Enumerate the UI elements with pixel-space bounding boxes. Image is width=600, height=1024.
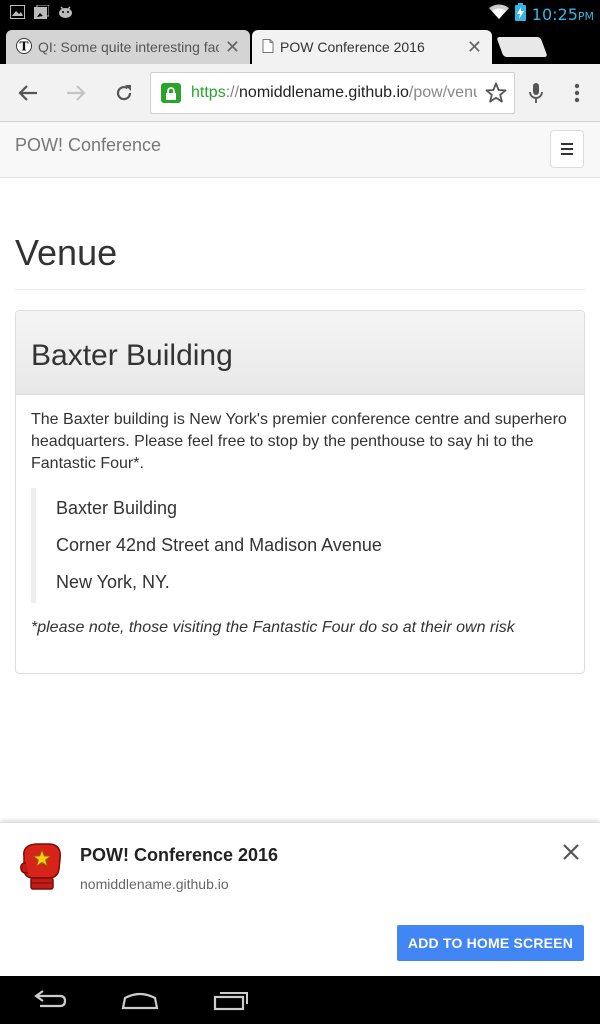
status-bar: 10:25PM (0, 0, 600, 26)
banner-app-url: nomiddlename.github.io (80, 876, 229, 892)
bookmark-star-icon[interactable] (485, 82, 507, 109)
address-line: Baxter Building (56, 498, 178, 518)
boxing-glove-icon (18, 841, 64, 896)
status-time: 10:25PM (532, 5, 594, 24)
tab-title: POW Conference 2016 (280, 39, 425, 55)
close-icon[interactable] (562, 843, 580, 861)
tab-close-icon[interactable]: ✕ (467, 37, 482, 58)
recent-apps-icon[interactable] (212, 988, 250, 1012)
tab-pow[interactable]: POW Conference 2016 ✕ (252, 30, 492, 64)
visitor-note: *please note, those visiting the Fantast… (31, 619, 515, 636)
tab-title: QI: Some quite interesting facts (38, 39, 219, 55)
banner-app-title: POW! Conference 2016 (80, 845, 279, 865)
new-tab-button[interactable] (496, 37, 548, 57)
page-icon (262, 38, 274, 56)
home-nav-icon[interactable] (120, 988, 160, 1012)
time-value: 10:25 (531, 5, 578, 24)
wifi-icon (488, 4, 509, 25)
panel-title: Baxter Building (31, 339, 233, 372)
battery-charging-icon (514, 3, 526, 26)
reload-icon (116, 85, 132, 101)
tab-close-icon[interactable]: ✕ (225, 37, 240, 58)
time-ampm: PM (577, 10, 594, 23)
arrow-forward-icon (67, 85, 86, 101)
panel-body: The Baxter building is New York's premie… (16, 395, 584, 651)
arrow-back-icon (18, 85, 37, 101)
divider (15, 289, 585, 290)
hamburger-icon-bar (561, 153, 573, 155)
android-icon (58, 5, 73, 19)
forward-button[interactable] (61, 78, 91, 108)
url-scheme: https (191, 84, 226, 101)
address-line: Corner 42nd Street and Madison Avenue (56, 535, 382, 555)
hamburger-icon-bar (561, 148, 573, 150)
url-host: nomiddlename.github.io (239, 84, 409, 101)
system-nav-bar (0, 976, 600, 1024)
back-button[interactable] (13, 78, 43, 108)
address-bar[interactable]: https://nomiddlename.github.io/pow/venue (150, 72, 515, 114)
microphone-icon (529, 83, 543, 103)
hamburger-icon-bar (561, 143, 573, 145)
venue-panel: Baxter Building The Baxter building is N… (15, 310, 585, 674)
lock-icon (161, 83, 181, 103)
more-vert-icon (574, 83, 580, 103)
url-separator: :// (225, 84, 240, 101)
reload-button[interactable] (109, 78, 139, 108)
address-line: New York, NY. (56, 572, 170, 592)
photo-upload-icon (34, 4, 50, 19)
site-brand[interactable]: POW! Conference (15, 135, 161, 156)
site-navbar: POW! Conference (0, 122, 600, 178)
page-title: Venue (15, 232, 118, 273)
add-to-home-banner: POW! Conference 2016 nomiddlename.github… (0, 822, 600, 976)
menu-button[interactable] (562, 78, 592, 108)
svg-text:T: T (20, 39, 29, 53)
url-text: https://nomiddlename.github.io/pow/venue (191, 84, 477, 102)
browser-toolbar: https://nomiddlename.github.io/pow/venue (0, 64, 600, 122)
add-to-home-screen-button[interactable]: ADD TO HOME SCREEN (397, 925, 584, 961)
image-icon (10, 5, 25, 19)
page-content: POW! Conference Venue Baxter Building Th… (0, 122, 600, 822)
tab-strip: T QI: Some quite interesting facts ✕ POW… (0, 26, 600, 64)
navbar-toggle-button[interactable] (550, 130, 584, 168)
url-path: /pow/venue (408, 84, 477, 101)
venue-address: Baxter Building Corner 42nd Street and M… (31, 488, 569, 603)
tab-qi[interactable]: T QI: Some quite interesting facts ✕ (6, 30, 250, 64)
back-nav-icon[interactable] (32, 988, 68, 1012)
panel-heading: Baxter Building (16, 311, 584, 395)
voice-search-button[interactable] (521, 78, 551, 108)
telegraph-icon: T (16, 37, 32, 57)
venue-description: The Baxter building is New York's premie… (31, 411, 567, 472)
